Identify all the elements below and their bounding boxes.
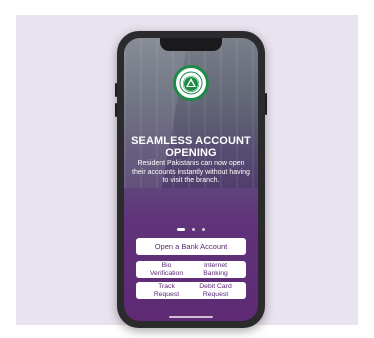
phone-notch (160, 38, 222, 51)
phone-screen: SEAMLESS ACCOUNT OPENING Resident Pakist… (124, 38, 258, 321)
headline: SEAMLESS ACCOUNT OPENING (124, 135, 258, 159)
carousel-dot-active[interactable] (176, 228, 185, 232)
carousel-dot[interactable] (192, 228, 195, 232)
phone-volume-up (115, 83, 117, 97)
bank-logo (173, 65, 209, 101)
headline-line-1: SEAMLESS ACCOUNT (131, 135, 251, 147)
phone-mockup: SEAMLESS ACCOUNT OPENING Resident Pakist… (115, 31, 267, 328)
debit-card-request-button[interactable]: Debit Card Request (185, 282, 246, 299)
phone-volume-down (115, 103, 117, 117)
carousel-dot[interactable] (202, 228, 206, 232)
bank-logo-icon (179, 71, 203, 95)
carousel-indicator (124, 221, 258, 232)
internet-banking-button[interactable]: Internet Banking (185, 261, 246, 278)
headline-line-2: OPENING (165, 147, 217, 159)
home-indicator (169, 316, 213, 318)
open-bank-account-button[interactable]: Open a Bank Account (136, 238, 246, 255)
description-text: Resident Pakistanis can now open their a… (132, 160, 250, 184)
phone-power-button (265, 93, 267, 115)
